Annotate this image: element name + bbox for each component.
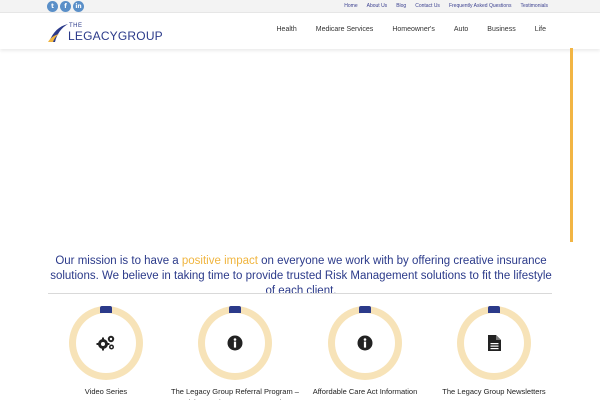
document-icon	[457, 306, 531, 380]
top-link-testimonials[interactable]: Testimonials	[520, 3, 548, 9]
gears-icon	[69, 306, 143, 380]
info-icon	[198, 306, 272, 380]
nav-item-homeowners[interactable]: Homeowner's	[392, 26, 435, 33]
feature-ring	[328, 306, 402, 380]
twitter-icon[interactable]: t	[47, 1, 58, 12]
top-link-home[interactable]: Home	[344, 3, 357, 9]
mission-text-start: Our mission is to have a	[55, 255, 182, 267]
feature-ring	[198, 306, 272, 380]
feature-label[interactable]: Affordable Care Act Information	[300, 386, 430, 397]
logo-swoosh-icon	[48, 24, 68, 42]
top-link-blog[interactable]: Blog	[396, 3, 406, 9]
facebook-icon[interactable]: f	[60, 1, 71, 12]
feature-label[interactable]: The Legacy Group Referral Program – Givi…	[170, 386, 300, 400]
scroll-indicator[interactable]	[570, 48, 573, 242]
main-nav: Health Medicare Services Homeowner's Aut…	[277, 26, 547, 33]
social-links: t f in	[47, 1, 84, 12]
info-icon	[328, 306, 402, 380]
feature-affordable-care-act[interactable]: Affordable Care Act Information	[300, 306, 430, 397]
feature-label[interactable]: Video Series	[41, 386, 171, 397]
mission-highlight: positive impact	[181, 255, 258, 267]
feature-ring	[69, 306, 143, 380]
site-header: THE LEGACYGROUP Health Medicare Services…	[0, 13, 600, 49]
nav-item-business[interactable]: Business	[487, 26, 515, 33]
site-logo[interactable]: THE LEGACYGROUP	[47, 22, 172, 46]
feature-ring	[457, 306, 531, 380]
nav-item-medicare-services[interactable]: Medicare Services	[316, 26, 374, 33]
nav-item-health[interactable]: Health	[277, 26, 297, 33]
nav-item-auto[interactable]: Auto	[454, 26, 468, 33]
top-utility-bar: t f in Home About Us Blog Contact Us Fre…	[0, 0, 600, 13]
section-divider	[48, 293, 552, 294]
top-link-about-us[interactable]: About Us	[367, 3, 388, 9]
top-link-contact-us[interactable]: Contact Us	[415, 3, 440, 9]
feature-label[interactable]: The Legacy Group Newsletters	[429, 386, 559, 397]
feature-referral-program[interactable]: The Legacy Group Referral Program – Givi…	[170, 306, 300, 400]
feature-video-series[interactable]: Video Series	[41, 306, 171, 397]
feature-newsletters[interactable]: The Legacy Group Newsletters	[429, 306, 559, 397]
logo-name: LEGACYGROUP	[68, 29, 163, 43]
nav-item-life[interactable]: Life	[535, 26, 546, 33]
top-links: Home About Us Blog Contact Us Frequently…	[344, 3, 548, 9]
linkedin-icon[interactable]: in	[73, 1, 84, 12]
top-link-faq[interactable]: Frequently Asked Questions	[449, 3, 512, 9]
